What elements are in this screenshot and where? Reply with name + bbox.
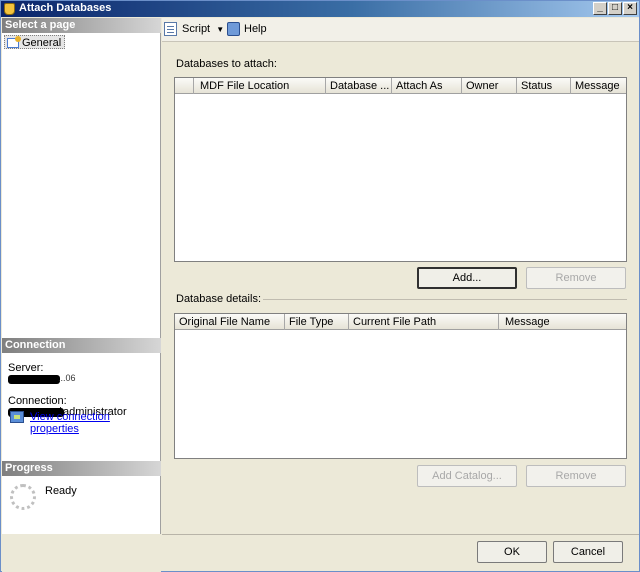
database-icon	[4, 3, 15, 15]
window-title: Attach Databases	[19, 2, 112, 14]
databases-to-attach-grid[interactable]: MDF File Location Database ... Attach As…	[174, 77, 627, 262]
column-current-file-path[interactable]: Current File Path	[349, 314, 499, 330]
left-panel: Select a page General Connection Server:…	[2, 18, 161, 534]
add-button[interactable]: Add...	[417, 267, 517, 289]
add-catalog-button[interactable]: Add Catalog...	[417, 465, 517, 487]
connection-label: Connection:	[8, 395, 67, 407]
connection-header: Connection	[2, 338, 161, 353]
cancel-button[interactable]: Cancel	[553, 541, 623, 563]
database-details-label: Database details:	[176, 293, 261, 305]
select-page-header: Select a page	[2, 18, 161, 33]
server-redaction	[8, 375, 60, 384]
progress-status: Ready	[45, 485, 77, 497]
column-file-type[interactable]: File Type	[285, 314, 349, 330]
progress-header: Progress	[2, 461, 161, 476]
database-details-divider	[263, 299, 627, 300]
databases-grid-header: MDF File Location Database ... Attach As…	[175, 78, 626, 94]
view-connection-properties-link[interactable]: View connection properties	[30, 411, 160, 435]
close-button[interactable]: ×	[623, 2, 637, 15]
column-details-message[interactable]: Message	[499, 314, 626, 330]
column-original-file-name[interactable]: Original File Name	[175, 314, 285, 330]
server-label: Server:	[8, 362, 44, 374]
column-attach-as[interactable]: Attach As	[392, 78, 462, 94]
minimize-button[interactable]: _	[593, 2, 607, 15]
databases-to-attach-label: Databases to attach:	[176, 58, 277, 70]
server-value: ...06	[58, 373, 76, 383]
general-page-icon	[7, 36, 21, 48]
details-grid-header: Original File Name File Type Current Fil…	[175, 314, 626, 330]
help-icon	[227, 22, 240, 36]
database-details-grid[interactable]: Original File Name File Type Current Fil…	[174, 313, 627, 459]
title-bar[interactable]: Attach Databases _ □ ×	[1, 1, 639, 17]
ok-button[interactable]: OK	[477, 541, 547, 563]
left-footer	[2, 534, 161, 572]
page-item-general-label: General	[22, 37, 62, 49]
column-owner[interactable]: Owner	[462, 78, 517, 94]
help-button[interactable]: Help	[244, 22, 267, 36]
script-button[interactable]: Script ▼	[182, 22, 224, 36]
column-status[interactable]: Status	[517, 78, 571, 94]
progress-spinner-icon	[10, 484, 36, 510]
column-mdf-file-location[interactable]: MDF File Location	[194, 78, 326, 94]
connection-properties-icon	[10, 411, 24, 423]
footer-divider	[162, 534, 639, 535]
chevron-down-icon[interactable]: ▼	[216, 25, 224, 34]
column-database-name[interactable]: Database ...	[326, 78, 392, 94]
row-selector-header	[175, 78, 194, 94]
remove-details-button[interactable]: Remove	[526, 465, 626, 487]
remove-database-button[interactable]: Remove	[526, 267, 626, 289]
script-button-label: Script	[182, 23, 211, 35]
maximize-button[interactable]: □	[608, 2, 622, 15]
attach-databases-dialog: Attach Databases _ □ × Select a page Gen…	[0, 0, 640, 572]
page-item-general[interactable]: General	[4, 35, 66, 49]
script-icon	[164, 22, 177, 36]
column-message[interactable]: Message	[571, 78, 626, 94]
